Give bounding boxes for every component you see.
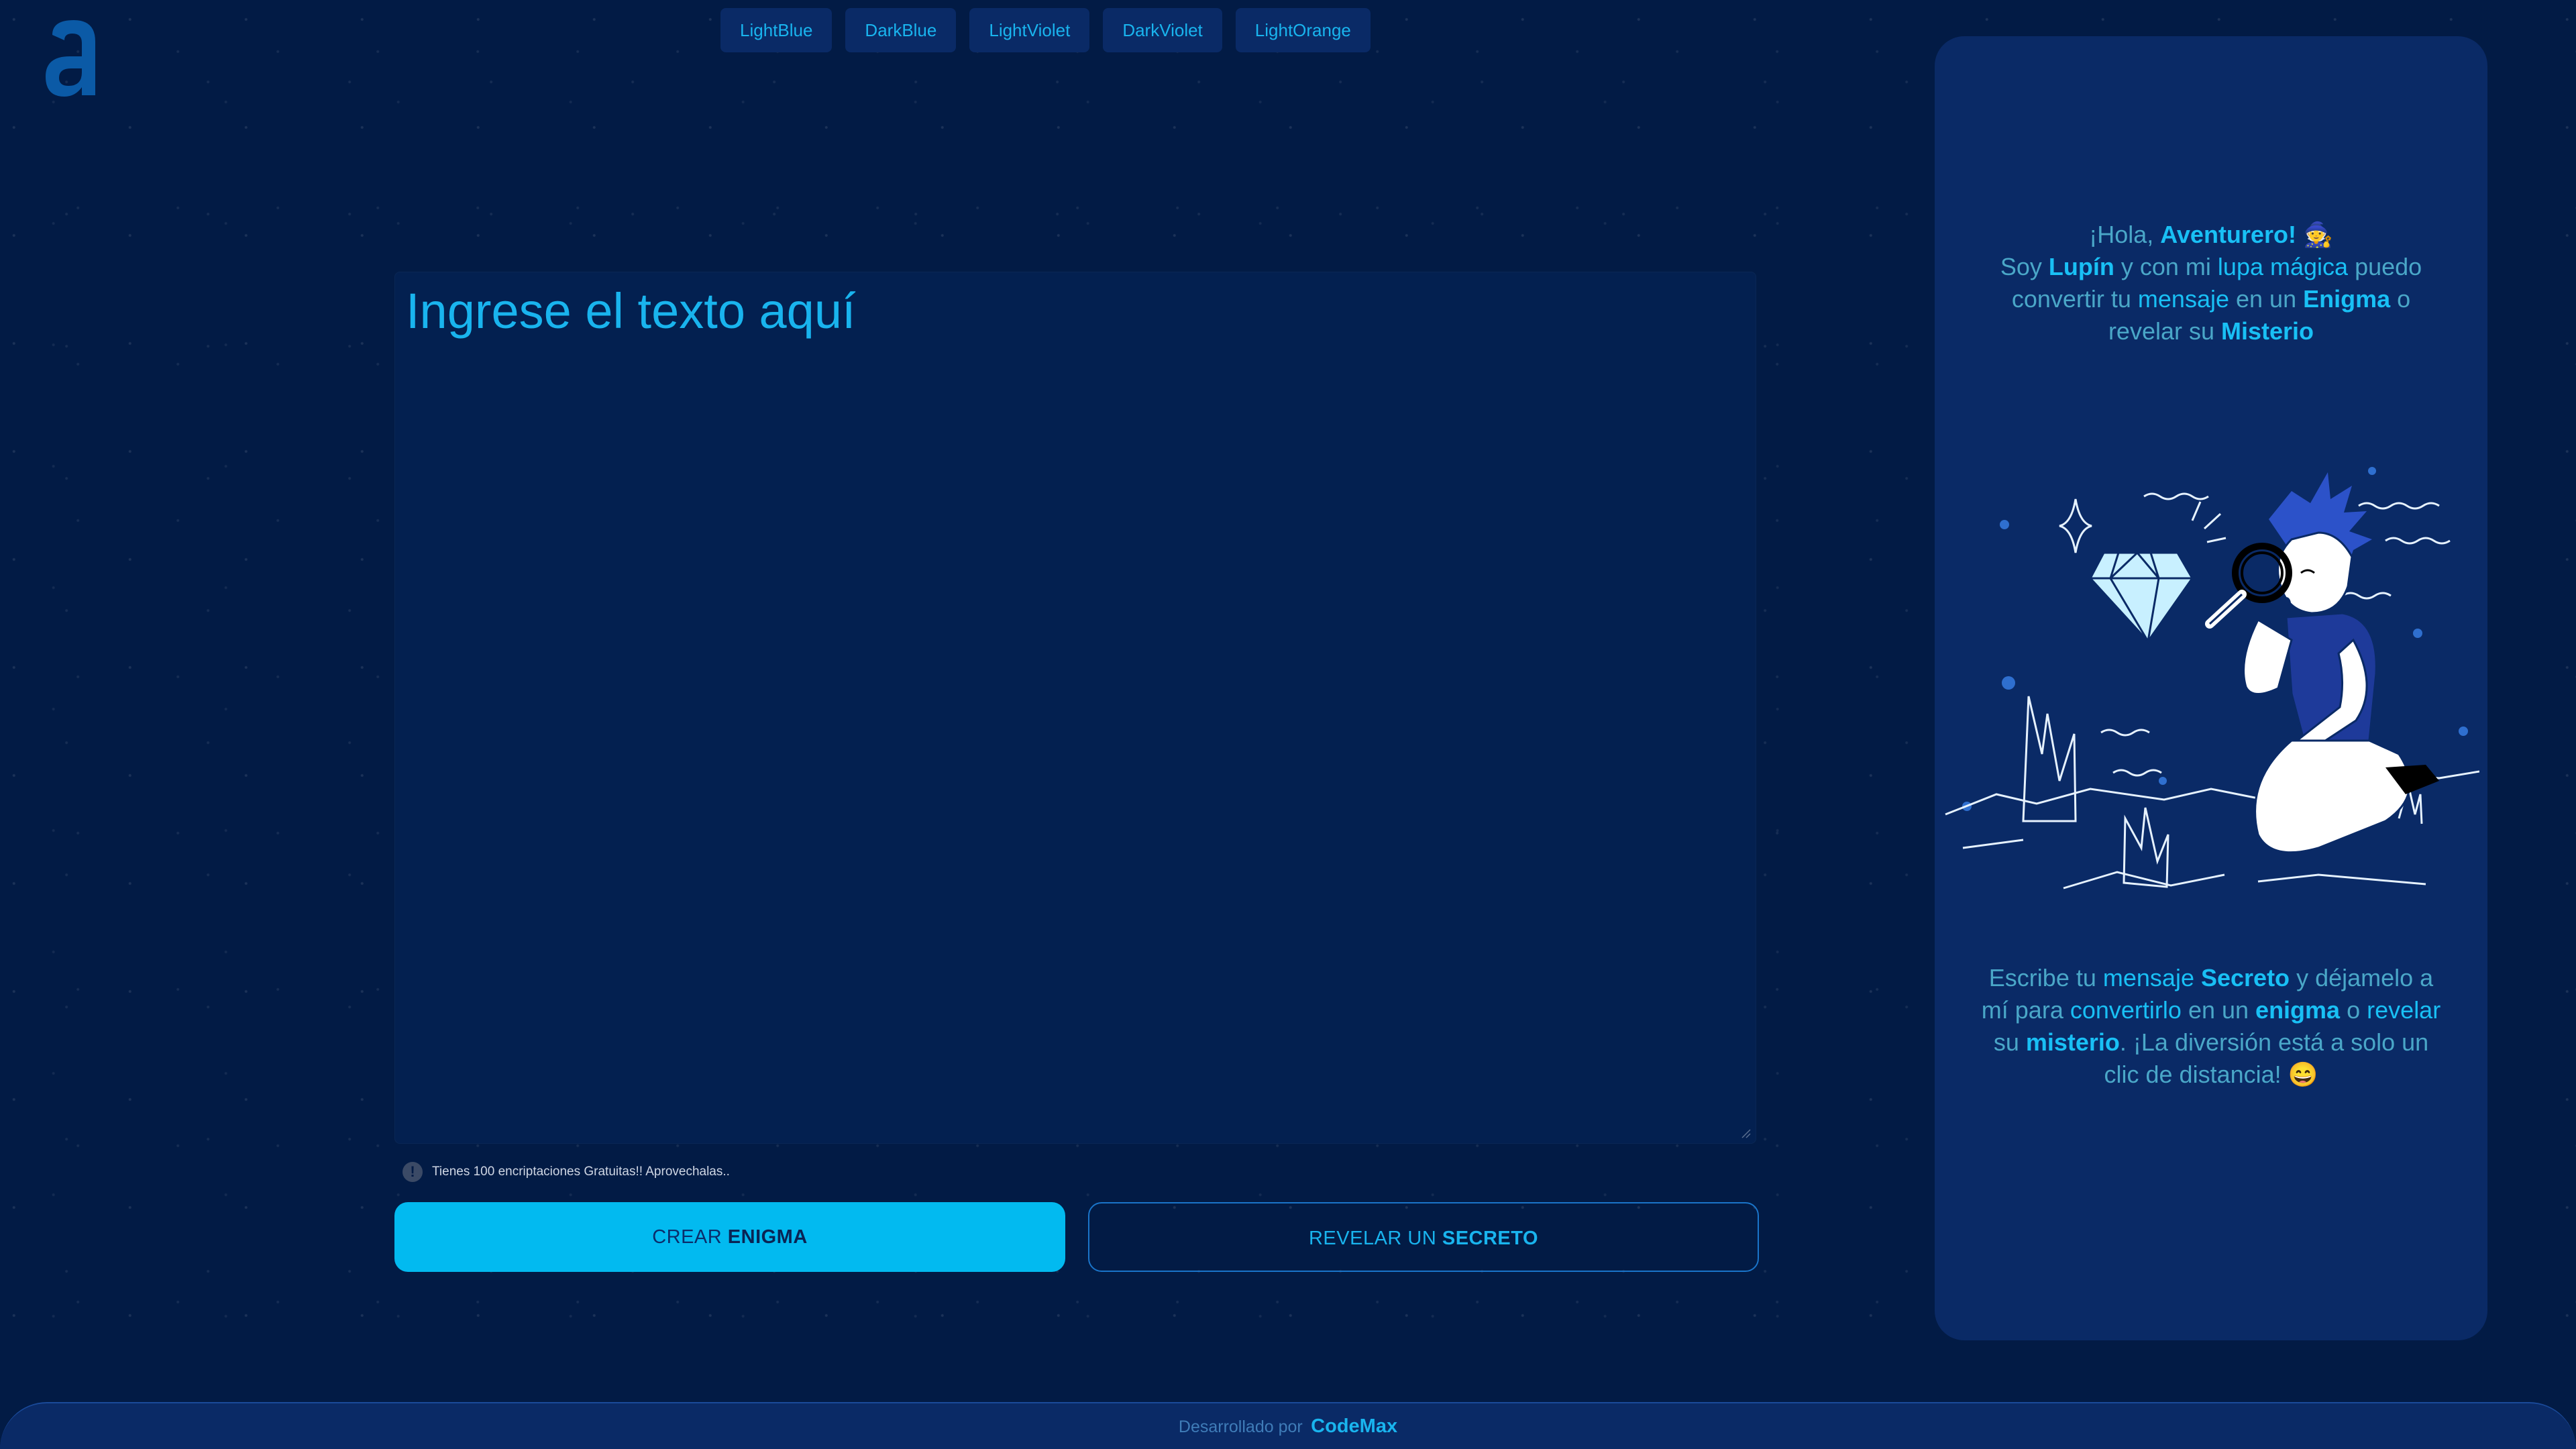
reveal-button-prefix: REVELAR UN	[1308, 1228, 1437, 1249]
instructions-text: Escribe tu mensaje Secreto y déjamelo a …	[1975, 962, 2447, 1091]
info-icon: !	[402, 1162, 423, 1182]
smile-emoji: 😄	[2288, 1061, 2318, 1088]
greeting-enigma: Enigma	[2303, 285, 2391, 313]
greeting-misterio: Misterio	[2221, 317, 2314, 345]
greeting-con-mi: y con mi	[2121, 253, 2211, 280]
greeting-mensaje: mensaje	[2137, 285, 2229, 313]
bottom-enigma: enigma	[2255, 996, 2341, 1024]
bottom-su: su	[1993, 1028, 2019, 1056]
create-button-bold: ENIGMA	[727, 1226, 808, 1248]
theme-button-lightorange[interactable]: LightOrange	[1235, 8, 1371, 52]
footer: Desarrollado por CodeMax	[0, 1402, 2576, 1449]
detective-illustration	[1945, 467, 2479, 890]
greeting-text: ¡Hola, Aventurero! 🧙 Soy Lupín y con mi …	[1975, 219, 2447, 347]
textarea-placeholder: Ingrese el texto aquí	[406, 283, 856, 339]
bottom-en-un: en un	[2188, 996, 2249, 1024]
bottom-convertirlo: convertirlo	[2070, 996, 2182, 1024]
theme-selector: LightBlue DarkBlue LightViolet DarkViole…	[720, 8, 1371, 52]
footer-developed-by: Desarrollado por	[1178, 1417, 1303, 1436]
greeting-lupin: Lupín	[2048, 253, 2114, 280]
create-enigma-button[interactable]: CREAR ENIGMA	[394, 1202, 1065, 1272]
greeting-aventurero: Aventurero!	[2160, 221, 2296, 248]
reveal-button-bold: SECRETO	[1442, 1228, 1539, 1249]
theme-button-darkblue[interactable]: DarkBlue	[845, 8, 957, 52]
resize-handle-icon[interactable]	[1741, 1128, 1752, 1139]
bottom-rest: . ¡La diversión está a solo un clic de d…	[2104, 1028, 2429, 1088]
bottom-secreto: Secreto	[2200, 964, 2290, 991]
bottom-escribe: Escribe tu	[1988, 964, 2096, 991]
greeting-lupa: lupa mágica	[2217, 253, 2349, 280]
bottom-misterio: misterio	[2025, 1028, 2120, 1056]
message-textarea[interactable]: Ingrese el texto aquí	[394, 272, 1756, 1144]
theme-button-lightviolet[interactable]: LightViolet	[969, 8, 1090, 52]
bottom-revelar: revelar	[2367, 996, 2441, 1024]
footer-brand-link[interactable]: CodeMax	[1311, 1415, 1397, 1437]
create-button-prefix: CREAR	[652, 1226, 722, 1248]
assistant-panel: ¡Hola, Aventurero! 🧙 Soy Lupín y con mi …	[1935, 36, 2487, 1340]
wizard-emoji: 🧙	[2302, 221, 2333, 248]
greeting-en-un: en un	[2236, 285, 2297, 313]
bottom-o: o	[2347, 996, 2361, 1024]
theme-button-darkviolet[interactable]: DarkViolet	[1103, 8, 1222, 52]
greeting-o: o	[2397, 285, 2411, 313]
greeting-revelar-su: revelar su	[2108, 317, 2214, 345]
greeting-soy: Soy	[2000, 253, 2042, 280]
greeting-hola: ¡Hola,	[2089, 221, 2154, 248]
bottom-mensaje: mensaje	[2102, 964, 2194, 991]
theme-button-lightblue[interactable]: LightBlue	[720, 8, 833, 52]
free-quota-notice: ! Tienes 100 encriptaciones Gratuitas!! …	[402, 1162, 730, 1182]
reveal-secret-button[interactable]: REVELAR UN SECRETO	[1088, 1202, 1759, 1272]
app-logo[interactable]	[40, 20, 107, 107]
free-quota-text: Tienes 100 encriptaciones Gratuitas!! Ap…	[432, 1165, 730, 1179]
